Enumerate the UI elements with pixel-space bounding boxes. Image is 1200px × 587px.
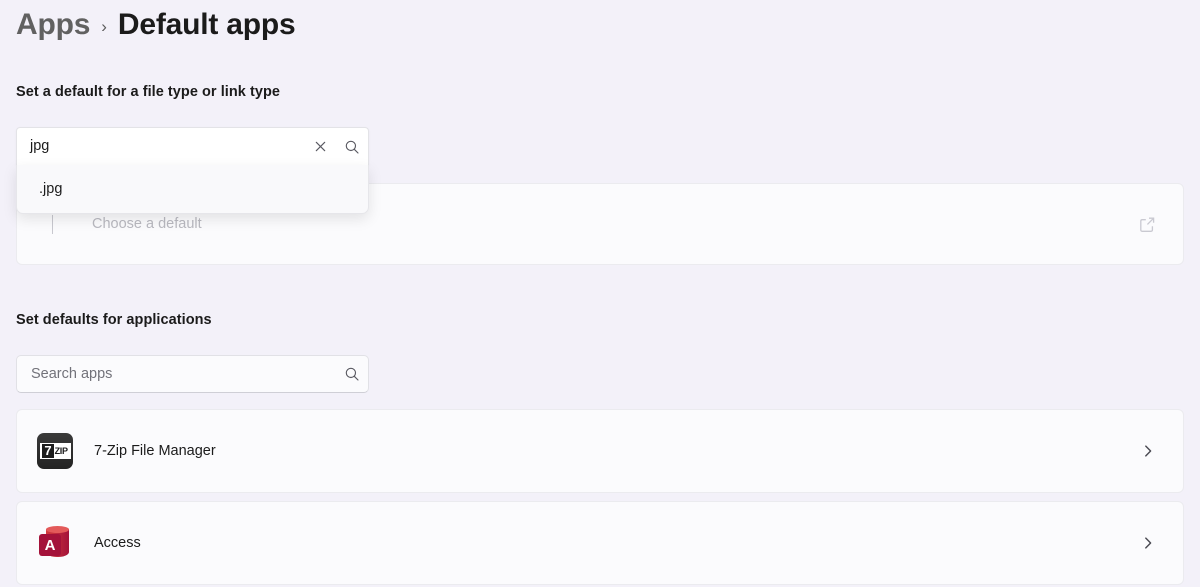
file-type-suggestions-dropdown: .jpg bbox=[16, 165, 369, 214]
file-type-search-container: jpg .jpg bbox=[16, 127, 369, 214]
close-icon[interactable] bbox=[304, 131, 336, 163]
suggestion-label: .jpg bbox=[39, 180, 63, 197]
chevron-right-icon[interactable] bbox=[1140, 443, 1156, 459]
search-apps-box[interactable]: Search apps bbox=[16, 355, 369, 393]
file-type-search-input[interactable]: jpg bbox=[17, 139, 304, 154]
access-icon: A bbox=[37, 525, 73, 561]
text-cursor bbox=[52, 215, 53, 234]
search-apps-input[interactable]: Search apps bbox=[17, 367, 336, 382]
app-list-item-7-zip-file-manager[interactable]: 7 ZIP 7-Zip File Manager bbox=[16, 409, 1184, 493]
external-link-icon[interactable] bbox=[1138, 215, 1157, 234]
breadcrumb-separator-icon: › bbox=[101, 16, 107, 36]
file-type-search-box[interactable]: jpg bbox=[16, 127, 369, 167]
seven-zip-icon-zip: ZIP bbox=[54, 446, 68, 456]
search-icon[interactable] bbox=[336, 131, 368, 163]
section-heading-file-type: Set a default for a file type or link ty… bbox=[16, 84, 280, 100]
section-heading-applications: Set defaults for applications bbox=[16, 312, 212, 328]
chevron-right-icon[interactable] bbox=[1140, 535, 1156, 551]
suggestion-item-jpg[interactable]: .jpg bbox=[17, 170, 368, 207]
breadcrumb-link-apps[interactable]: Apps bbox=[16, 10, 90, 40]
breadcrumb: Apps › Default apps bbox=[16, 10, 296, 40]
app-name-label: Access bbox=[94, 535, 141, 551]
search-icon[interactable] bbox=[336, 358, 368, 390]
seven-zip-icon: 7 ZIP bbox=[37, 433, 73, 469]
access-icon-letter: A bbox=[44, 536, 56, 554]
app-name-label: 7-Zip File Manager bbox=[94, 443, 216, 459]
choose-a-default-label: Choose a default bbox=[92, 216, 202, 232]
page-title: Default apps bbox=[117, 8, 296, 41]
seven-zip-icon-seven: 7 bbox=[42, 443, 54, 458]
app-list-item-access[interactable]: A Access bbox=[16, 501, 1184, 585]
